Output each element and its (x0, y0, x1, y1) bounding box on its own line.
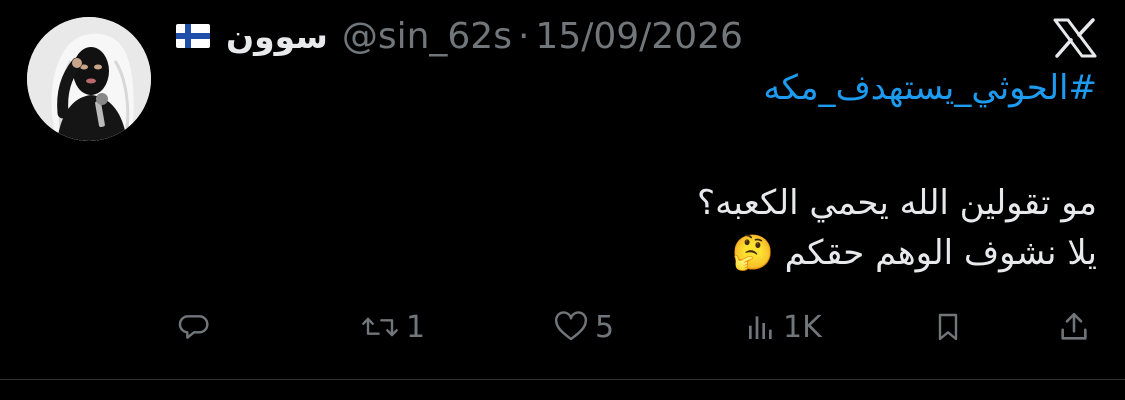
meta-separator: · (517, 15, 530, 57)
tweet-card[interactable]: سوون @sin_62s · 15/09/2026 #الحوثي_يستهد… (0, 0, 1125, 400)
heart-icon (553, 311, 589, 343)
author-handle[interactable]: @sin_62s (342, 16, 512, 57)
tweet-date[interactable]: 15/09/2026 (535, 16, 743, 57)
retweet-count: 1 (406, 309, 426, 345)
views-count: 1K (783, 309, 822, 345)
like-button[interactable]: 5 (553, 304, 614, 350)
retweet-icon (360, 311, 400, 343)
divider (0, 379, 1125, 380)
share-button[interactable] (1057, 304, 1091, 350)
avatar-image (27, 17, 151, 141)
tweet-text: مو تقولين الله يحمي الكعبه؟ يلا نشوف الو… (197, 178, 1097, 278)
hashtag-link[interactable]: #الحوثي_يستهدف_مكه (763, 68, 1097, 108)
bookmark-icon (932, 311, 964, 343)
views-icon (745, 311, 777, 343)
avatar[interactable] (27, 17, 151, 141)
tweet-header: سوون @sin_62s · 15/09/2026 (176, 12, 743, 60)
x-logo-icon (1053, 18, 1097, 58)
reply-icon (178, 311, 210, 343)
like-count: 5 (595, 309, 615, 345)
bookmark-button[interactable] (932, 304, 964, 350)
views-button[interactable]: 1K (745, 304, 822, 350)
tweet-text-line: مو تقولين الله يحمي الكعبه؟ (697, 183, 1097, 223)
author-display-name[interactable]: سوون (226, 17, 328, 56)
tweet-text-line: يلا نشوف الوهم حقكم 🤔 (731, 233, 1097, 273)
action-bar: 1 5 1K (0, 304, 1125, 350)
reply-button[interactable] (178, 304, 216, 350)
share-icon (1057, 310, 1091, 344)
finland-flag-icon (176, 24, 210, 48)
retweet-button[interactable]: 1 (360, 304, 425, 350)
